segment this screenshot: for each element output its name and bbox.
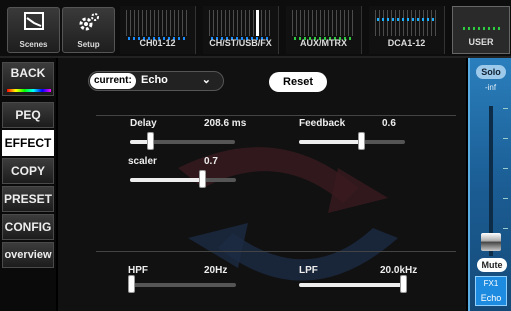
scaler-value: 0.7 <box>204 156 218 167</box>
scaler-slider-fill <box>130 178 202 182</box>
tab-label: USER <box>468 37 494 47</box>
meter-bars <box>375 10 439 36</box>
tab-aux-mtrx[interactable]: AUX/MTRX <box>286 6 362 54</box>
meter-leds <box>463 27 503 30</box>
hpf-slider[interactable] <box>128 275 236 293</box>
feedback-label: Feedback <box>299 118 346 129</box>
sidebar-item-label: BACK <box>10 66 46 80</box>
lpf-slider-knob[interactable] <box>400 275 407 293</box>
channel-name: Echo <box>480 293 502 303</box>
lpf-value: 20.0kHz <box>380 265 418 276</box>
lpf-slider-fill <box>299 283 403 287</box>
meter-bars <box>126 10 190 36</box>
divider <box>96 251 456 252</box>
delay-label: Delay <box>130 118 157 129</box>
delay-slider[interactable] <box>130 132 235 150</box>
color-strip <box>7 89 51 92</box>
scenes-icon <box>23 12 44 30</box>
gear-icon <box>79 13 99 31</box>
delay-value: 208.6 ms <box>204 118 247 129</box>
fader-tick <box>503 228 508 229</box>
sidebar: BACK PEQ EFFECT COPY PRESET CONFIG overv… <box>0 58 56 311</box>
tab-label: AUX/MTRX <box>300 38 347 48</box>
tab-ch-st-usb-fx[interactable]: CH/ST/USB/FX <box>203 6 279 54</box>
sidebar-item-label: overview <box>4 249 52 261</box>
tab-dca1-12[interactable]: DCA1-12 <box>369 6 445 54</box>
sidebar-item-label: PRESET <box>3 192 52 206</box>
solo-button[interactable]: Solo <box>476 65 506 79</box>
sidebar-item-label: PEQ <box>15 108 41 122</box>
sidebar-item-label: CONFIG <box>4 220 52 234</box>
tab-ch01-12[interactable]: CH01-12 <box>120 6 196 54</box>
tab-user[interactable]: USER <box>452 6 510 54</box>
lpf-label: LPF <box>299 265 318 276</box>
tab-label: DCA1-12 <box>387 38 426 48</box>
reset-button[interactable]: Reset <box>269 72 327 92</box>
fader-tick <box>503 168 508 169</box>
fader-knob[interactable] <box>481 233 501 251</box>
mute-button[interactable]: Mute <box>477 258 507 272</box>
channel-strip: Solo -inf Mute FX1 Echo <box>468 58 511 311</box>
sidebar-item-back[interactable]: BACK <box>2 62 54 96</box>
tab-label: CH01-12 <box>139 38 176 48</box>
lpf-slider[interactable] <box>299 275 407 293</box>
sidebar-item-label: EFFECT <box>4 136 52 150</box>
hpf-value: 20Hz <box>204 265 228 276</box>
feedback-value: 0.6 <box>382 118 396 129</box>
meter-leds <box>377 18 437 21</box>
delay-slider-knob[interactable] <box>147 132 154 150</box>
hpf-slider-knob[interactable] <box>128 275 135 293</box>
chevron-down-icon: ⌄ <box>201 74 211 86</box>
sidebar-item-preset[interactable]: PRESET <box>2 186 54 212</box>
divider <box>96 115 456 116</box>
top-bar: Scenes Setup CH01-12 CH/ST/USB/FX AUX/MT… <box>0 0 511 58</box>
current-effect-value: Echo <box>141 74 168 86</box>
sidebar-item-effect[interactable]: EFFECT <box>2 130 54 156</box>
sidebar-item-label: COPY <box>10 164 45 178</box>
scenes-button[interactable]: Scenes <box>7 7 60 53</box>
feedback-slider-knob[interactable] <box>358 132 365 150</box>
meter-bars <box>292 10 356 36</box>
sidebar-item-copy[interactable]: COPY <box>2 158 54 184</box>
meter-peak <box>256 10 259 36</box>
channel-id: FX1 <box>483 279 499 288</box>
meter-bars <box>209 10 273 36</box>
level-readout: -inf <box>484 83 497 92</box>
scenes-label: Scenes <box>19 40 48 49</box>
feedback-slider[interactable] <box>299 132 405 150</box>
fader-tick <box>503 198 508 199</box>
channel-name-box[interactable]: FX1 Echo <box>475 276 507 306</box>
sidebar-item-overview[interactable]: overview <box>2 242 54 268</box>
scaler-label: scaler <box>128 156 157 167</box>
scaler-slider[interactable] <box>130 170 236 188</box>
feedback-slider-fill <box>299 140 361 144</box>
current-label: current: <box>90 73 136 89</box>
scaler-slider-knob[interactable] <box>199 170 206 188</box>
fader-tick <box>503 138 508 139</box>
tab-label: CH/ST/USB/FX <box>209 38 272 48</box>
effect-panel: current: Echo ⌄ Reset Delay 208.6 ms Fee… <box>58 58 466 311</box>
setup-label: Setup <box>77 40 100 49</box>
sidebar-item-config[interactable]: CONFIG <box>2 214 54 240</box>
fader-tick <box>503 108 508 109</box>
setup-button[interactable]: Setup <box>62 7 115 53</box>
refresh-watermark-icon <box>178 147 398 281</box>
effect-type-select[interactable]: current: Echo ⌄ <box>88 71 224 91</box>
sidebar-item-peq[interactable]: PEQ <box>2 102 54 128</box>
